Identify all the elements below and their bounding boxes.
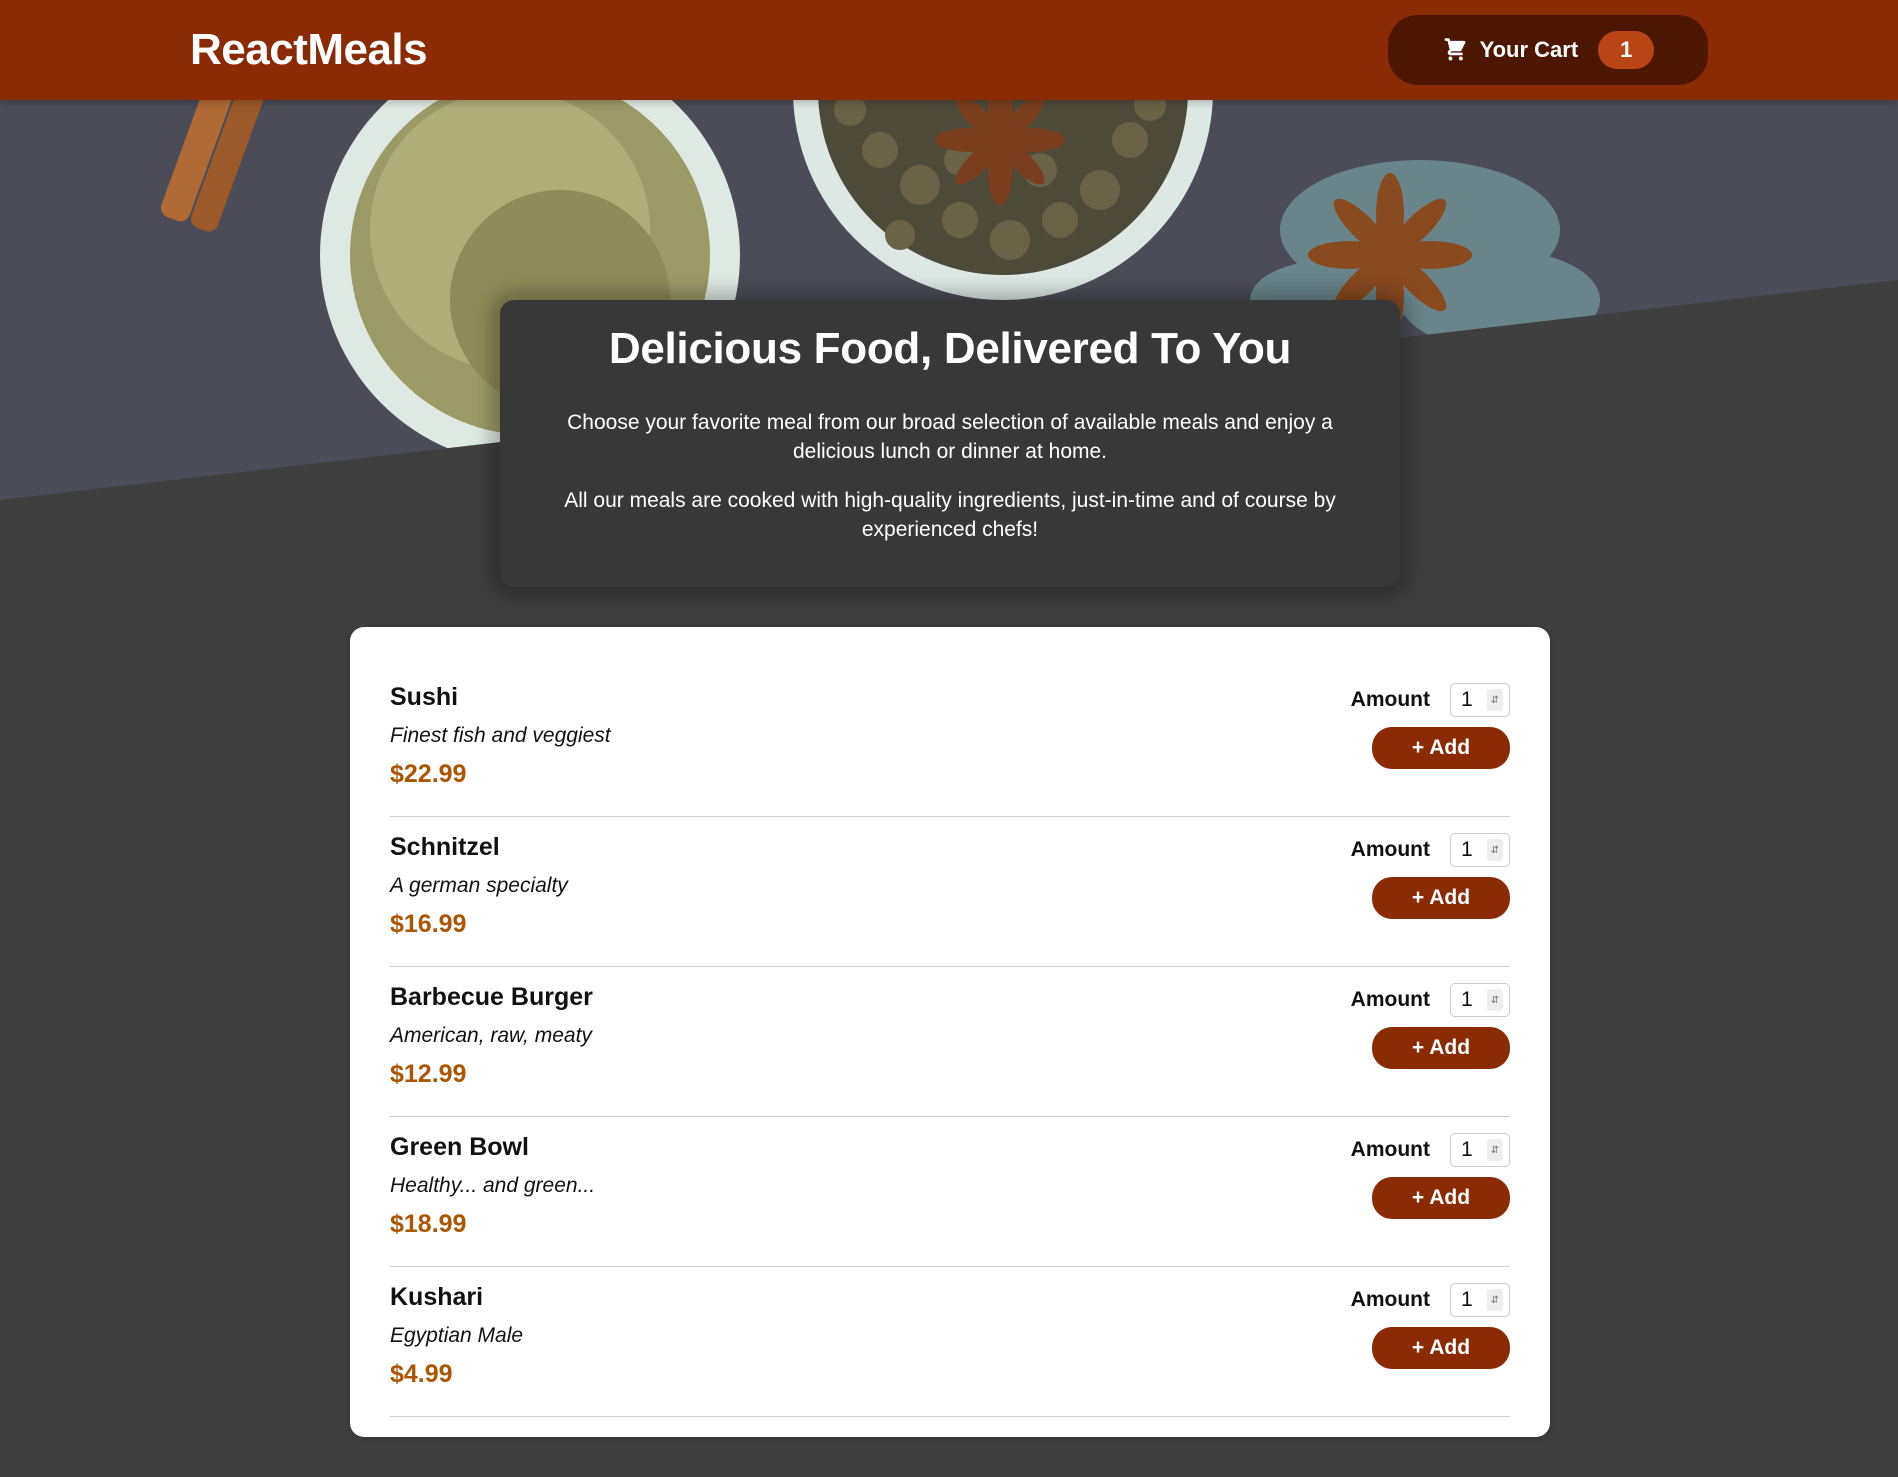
meal-item: Barbecue Burger American, raw, meaty $12… [390, 967, 1510, 1117]
amount-value: 1 [1461, 688, 1473, 711]
amount-value: 1 [1461, 988, 1473, 1011]
meal-item: Kushari Egyptian Male $4.99 Amount 1 ⇵ +… [390, 1267, 1510, 1417]
amount-input[interactable]: 1 ⇵ [1450, 1133, 1510, 1167]
stepper-icon[interactable]: ⇵ [1487, 839, 1503, 861]
meal-price: $22.99 [390, 760, 467, 788]
cart-icon [1442, 37, 1468, 63]
meal-price: $4.99 [390, 1360, 453, 1388]
meal-item: Green Bowl Healthy... and green... $18.9… [390, 1117, 1510, 1267]
meal-description: American, raw, meaty [390, 1024, 592, 1047]
stepper-icon[interactable]: ⇵ [1487, 989, 1503, 1011]
amount-label: Amount [1350, 988, 1430, 1011]
meal-form: Amount 1 ⇵ + Add [1270, 1133, 1510, 1266]
meal-info: Kushari Egyptian Male $4.99 [390, 1283, 523, 1416]
meal-description: A german specialty [390, 874, 568, 897]
amount-row: Amount 1 ⇵ [1351, 833, 1510, 867]
meal-item: Schnitzel A german specialty $16.99 Amou… [390, 817, 1510, 967]
meal-info: Sushi Finest fish and veggiest $22.99 [390, 683, 611, 816]
meal-form: Amount 1 ⇵ + Add [1270, 833, 1510, 966]
meal-name: Sushi [390, 683, 459, 711]
add-to-cart-button[interactable]: + Add [1372, 1327, 1510, 1369]
amount-label: Amount [1350, 1288, 1430, 1311]
add-to-cart-button[interactable]: + Add [1372, 727, 1510, 769]
meal-info: Schnitzel A german specialty $16.99 [390, 833, 568, 966]
meal-price: $16.99 [390, 910, 467, 938]
meal-name: Barbecue Burger [390, 983, 593, 1011]
meals-summary-card: Delicious Food, Delivered To You Choose … [500, 300, 1400, 587]
amount-label: Amount [1350, 1138, 1430, 1161]
meal-name: Kushari [390, 1283, 484, 1311]
summary-paragraph: All our meals are cooked with high-quali… [564, 489, 1336, 541]
stepper-icon[interactable]: ⇵ [1487, 1139, 1503, 1161]
cart-label: Your Cart [1479, 37, 1579, 62]
add-to-cart-button[interactable]: + Add [1372, 1177, 1510, 1219]
meal-description: Egyptian Male [390, 1324, 524, 1347]
meal-item: Sushi Finest fish and veggiest $22.99 Am… [390, 667, 1510, 817]
amount-label: Amount [1350, 838, 1430, 861]
stepper-icon[interactable]: ⇵ [1487, 689, 1503, 711]
summary-paragraph: Choose your favorite meal from our broad… [567, 411, 1333, 463]
stepper-icon[interactable]: ⇵ [1487, 1289, 1503, 1311]
amount-value: 1 [1461, 1138, 1473, 1161]
meal-description: Healthy... and green... [390, 1174, 596, 1197]
amount-row: Amount 1 ⇵ [1351, 1133, 1510, 1167]
meal-name: Schnitzel [390, 833, 500, 861]
cart-button[interactable]: Your Cart 1 [1388, 15, 1708, 85]
amount-row: Amount 1 ⇵ [1351, 983, 1510, 1017]
amount-value: 1 [1461, 1288, 1473, 1311]
meal-price: $12.99 [390, 1060, 467, 1088]
available-meals-card: Sushi Finest fish and veggiest $22.99 Am… [350, 627, 1550, 1437]
app-logo: ReactMeals [190, 25, 428, 74]
meal-form: Amount 1 ⇵ + Add [1270, 683, 1510, 816]
amount-input[interactable]: 1 ⇵ [1450, 683, 1510, 717]
amount-input[interactable]: 1 ⇵ [1450, 983, 1510, 1017]
amount-label: Amount [1350, 688, 1430, 711]
add-to-cart-button[interactable]: + Add [1372, 1027, 1510, 1069]
amount-row: Amount 1 ⇵ [1351, 1283, 1510, 1317]
add-to-cart-button[interactable]: + Add [1372, 877, 1510, 919]
cart-count-badge: 1 [1598, 31, 1655, 69]
summary-title: Delicious Food, Delivered To You [608, 324, 1292, 373]
meal-info: Barbecue Burger American, raw, meaty $12… [390, 983, 593, 1116]
amount-input[interactable]: 1 ⇵ [1450, 1283, 1510, 1317]
meal-description: Finest fish and veggiest [390, 724, 611, 747]
amount-input[interactable]: 1 ⇵ [1450, 833, 1510, 867]
meal-form: Amount 1 ⇵ + Add [1270, 1283, 1510, 1416]
meal-info: Green Bowl Healthy... and green... $18.9… [390, 1133, 595, 1266]
amount-row: Amount 1 ⇵ [1351, 683, 1510, 717]
amount-value: 1 [1461, 838, 1473, 861]
app-header: ReactMeals Your Cart 1 [0, 0, 1898, 100]
meal-price: $18.99 [390, 1210, 467, 1238]
meal-name: Green Bowl [390, 1133, 529, 1161]
meal-form: Amount 1 ⇵ + Add [1270, 983, 1510, 1116]
